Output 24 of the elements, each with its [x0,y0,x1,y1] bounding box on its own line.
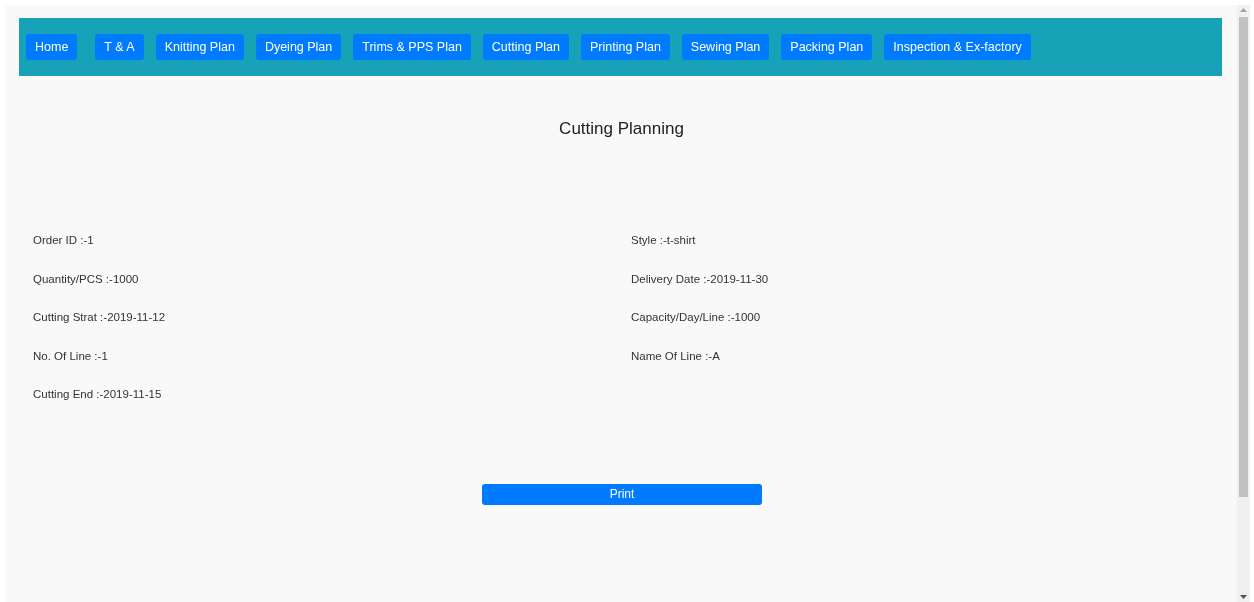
nav-button[interactable]: Dyeing Plan [255,34,342,60]
nav-button[interactable]: Printing Plan [580,34,670,60]
scroll-down-icon[interactable] [1240,592,1247,602]
print-button[interactable]: Print [482,483,762,505]
field-text: Cutting End :-2019-11-15 [33,387,163,402]
field-text: Delivery Date :-2019-11-30 [631,271,770,286]
field-text: Quantity/PCS :-1000 [33,271,140,286]
nav-button[interactable]: Trims & PPS Plan [353,34,471,60]
field-text: Style :-t-shirt [631,233,697,248]
scroll-up-icon[interactable] [1240,5,1247,15]
scrollbar-thumb[interactable] [1239,17,1248,497]
page-title: Cutting Planning [558,119,685,139]
nav-button[interactable]: T & A [95,34,144,60]
nav-button[interactable]: Inspection & Ex-factory [884,34,1031,60]
nav-button[interactable]: Home [26,34,78,60]
field-text: No. Of Line :-1 [33,348,109,363]
nav-button[interactable]: Knitting Plan [155,34,244,60]
nav-button[interactable]: Packing Plan [781,34,873,60]
field-text: Order ID :-1 [33,233,95,248]
field-text: Cutting Strat :-2019-11-12 [33,310,167,325]
nav-button[interactable]: Sewing Plan [681,34,770,60]
nav-button[interactable]: Cutting Plan [482,34,569,60]
field-text: Name Of Line :-A [631,348,721,363]
field-text: Capacity/Day/Line :-1000 [631,310,762,325]
